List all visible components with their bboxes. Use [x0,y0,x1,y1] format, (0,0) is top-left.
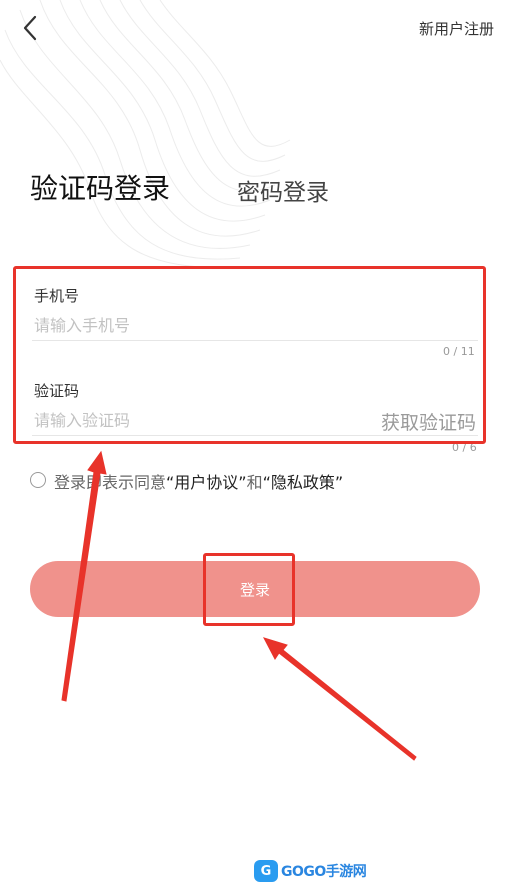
agreement-connector: 和 [246,473,263,492]
contour-background [0,0,291,269]
chevron-left-icon [23,15,37,41]
agreement-radio[interactable] [30,472,46,488]
watermark-text: GOGO手游网 [281,861,367,881]
annotation-box-login [203,553,295,626]
tab-sms-login[interactable]: 验证码登录 [30,167,170,207]
watermark-brand: GOGO [281,864,326,880]
watermark-badge: G [254,860,278,882]
watermark-logo: G GOGO手游网 [254,858,367,884]
annotation-arrow-diagonal [263,637,417,761]
annotation-box-form [13,266,486,444]
agreement-prefix: 登录即表示同意 [54,473,167,492]
annotation-arrows [61,450,417,761]
user-agreement-link[interactable]: “用户协议” [166,473,247,492]
privacy-policy-link[interactable]: “隐私政策” [263,473,344,492]
agreement-text: 登录即表示同意“用户协议”和“隐私政策” [54,469,343,493]
tab-password-login[interactable]: 密码登录 [237,173,329,207]
register-link[interactable]: 新用户注册 [419,18,494,39]
watermark-suffix: 手游网 [325,864,367,880]
back-button[interactable] [18,14,48,44]
